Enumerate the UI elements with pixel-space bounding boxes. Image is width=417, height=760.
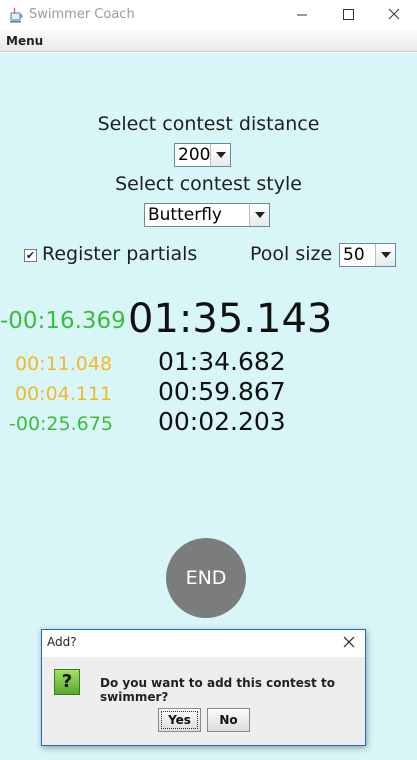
split-diff-3: -00:25.675 (9, 413, 113, 435)
pool-size-value: 50 (343, 245, 365, 265)
distance-select[interactable]: 200 (174, 143, 231, 167)
register-partials-label: Register partials (42, 243, 198, 265)
split-diff-2: 00:04.111 (15, 383, 113, 405)
yes-button[interactable]: Yes (158, 708, 201, 732)
menu-bar: Menu (0, 30, 417, 52)
end-button[interactable]: END (166, 538, 246, 618)
close-icon (388, 8, 400, 20)
distance-label: Select contest distance (97, 113, 320, 135)
style-label: Select contest style (115, 173, 302, 195)
chevron-down-icon[interactable] (249, 204, 269, 226)
menu-item-menu[interactable]: Menu (6, 34, 43, 48)
close-icon[interactable] (342, 635, 356, 649)
question-icon: ? (54, 669, 80, 695)
minimize-button[interactable] (279, 0, 325, 30)
pool-size-label: Pool size (250, 243, 333, 265)
java-app-icon (10, 7, 23, 23)
register-partials-checkbox[interactable]: ✔ (24, 249, 37, 262)
split-time-1: 01:34.682 (158, 347, 286, 376)
dialog-message: Do you want to add this contest to swimm… (100, 676, 335, 704)
pool-size-select[interactable]: 50 (339, 243, 396, 267)
split-time-2: 00:59.867 (158, 377, 286, 406)
minimize-icon (297, 14, 307, 16)
dialog-title: Add? (47, 635, 77, 649)
maximize-button[interactable] (325, 0, 371, 30)
chevron-down-icon[interactable] (210, 144, 230, 166)
split-time-3: 00:02.203 (158, 407, 286, 436)
style-value: Butterfly (148, 205, 222, 225)
main-diff-time: -00:16.369 (0, 308, 126, 334)
dialog-body: ? Do you want to add this contest to swi… (42, 657, 365, 745)
close-button[interactable] (371, 0, 417, 30)
chevron-down-icon[interactable] (375, 244, 395, 266)
maximize-icon (343, 9, 354, 20)
no-button[interactable]: No (207, 708, 250, 732)
split-diff-1: 00:11.048 (15, 353, 113, 375)
main-timer: 01:35.143 (128, 296, 333, 342)
style-select[interactable]: Butterfly (144, 203, 270, 227)
title-bar: Swimmer Coach (0, 0, 417, 30)
add-contest-dialog: Add? ? Do you want to add this contest t… (41, 629, 366, 746)
window-title: Swimmer Coach (29, 7, 135, 22)
distance-value: 200 (178, 145, 211, 165)
